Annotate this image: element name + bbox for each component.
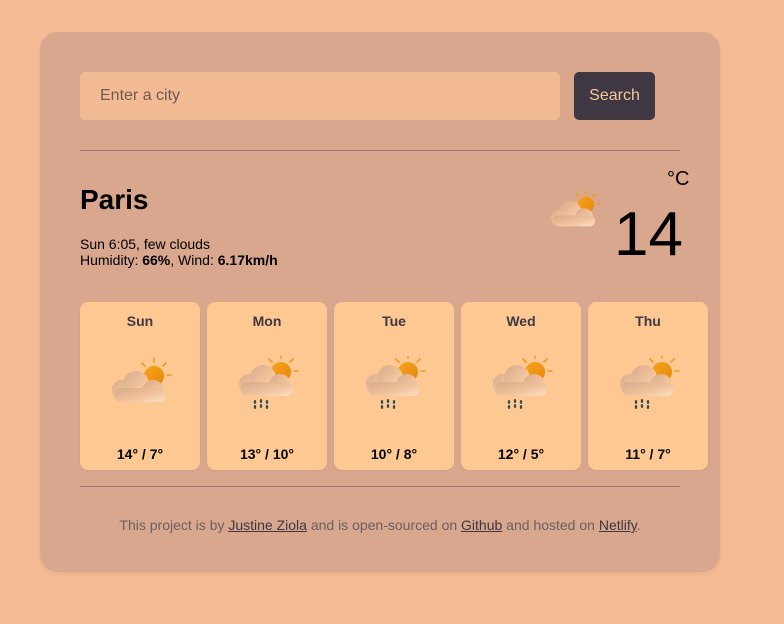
forecast-day-temperature: 10° / 8° — [370, 446, 418, 462]
footer-text: and hosted on — [502, 517, 599, 533]
forecast-day-card: Mon 13° / 10° — [207, 302, 327, 470]
search-button[interactable]: Search — [574, 72, 655, 120]
forecast-day-temperature: 12° / 5° — [497, 446, 545, 462]
forecast-day-card: Thu 11° / 7° — [588, 302, 708, 470]
city-search-input[interactable] — [80, 72, 560, 120]
author-link[interactable]: Justine Ziola — [228, 517, 307, 533]
footer-text: This project is by — [119, 517, 229, 533]
partly-cloudy-icon — [112, 357, 172, 402]
current-datetime-description: Sun 6:05, few clouds — [80, 236, 210, 252]
forecast-day-card: Sun 14° / 7° — [80, 302, 200, 470]
cloud-rain-icon — [620, 356, 680, 409]
footer-text: and is open-sourced on — [306, 517, 462, 533]
forecast-day-name: Sun — [126, 313, 154, 329]
search-form: Search — [80, 72, 655, 120]
forecast-day-card: Tue 10° / 8° — [334, 302, 454, 470]
netlify-link[interactable]: Netlify — [599, 517, 637, 533]
divider-bottom — [80, 486, 680, 487]
current-temperature: 14 — [614, 200, 683, 269]
forecast-day-name: Thu — [635, 313, 661, 329]
footer: This project is by Justine Ziola and is … — [40, 517, 720, 533]
forecast-day-temperature: 14° / 7° — [116, 446, 164, 462]
current-details: Sun 6:05, few clouds Humidity: 66%, Wind… — [80, 236, 278, 268]
github-link[interactable]: Github — [461, 517, 502, 533]
wind-value: 6.17km/h — [217, 252, 278, 268]
cloud-rain-icon — [239, 356, 299, 409]
cloud-rain-icon — [366, 356, 426, 409]
temperature-unit[interactable]: °C — [667, 168, 689, 191]
city-name: Paris — [80, 184, 149, 215]
forecast-day-temperature: 11° / 7° — [625, 446, 671, 462]
forecast-list: Sun 14° / 7° Mon 13° / 10° Tue 10° / 8° … — [80, 302, 715, 470]
divider-top — [80, 150, 680, 151]
footer-text: . — [636, 517, 641, 533]
humidity-label: Humidity: — [80, 252, 143, 268]
forecast-day-temperature: 13° / 10° — [239, 446, 294, 462]
weather-card: Search Paris Sun 6:05, few clouds Humidi… — [40, 32, 720, 572]
forecast-day-card: Wed 12° / 5° — [461, 302, 581, 470]
cloud-rain-icon — [493, 356, 553, 409]
few-clouds-icon — [550, 190, 601, 227]
forecast-day-name: Mon — [252, 313, 282, 329]
forecast-day-name: Wed — [506, 313, 536, 329]
forecast-day-name: Tue — [382, 313, 406, 329]
current-humidity-wind: Humidity: 66%, Wind: 6.17km/h — [80, 252, 278, 268]
humidity-value: 66% — [142, 252, 171, 268]
wind-label: , Wind: — [170, 252, 218, 268]
